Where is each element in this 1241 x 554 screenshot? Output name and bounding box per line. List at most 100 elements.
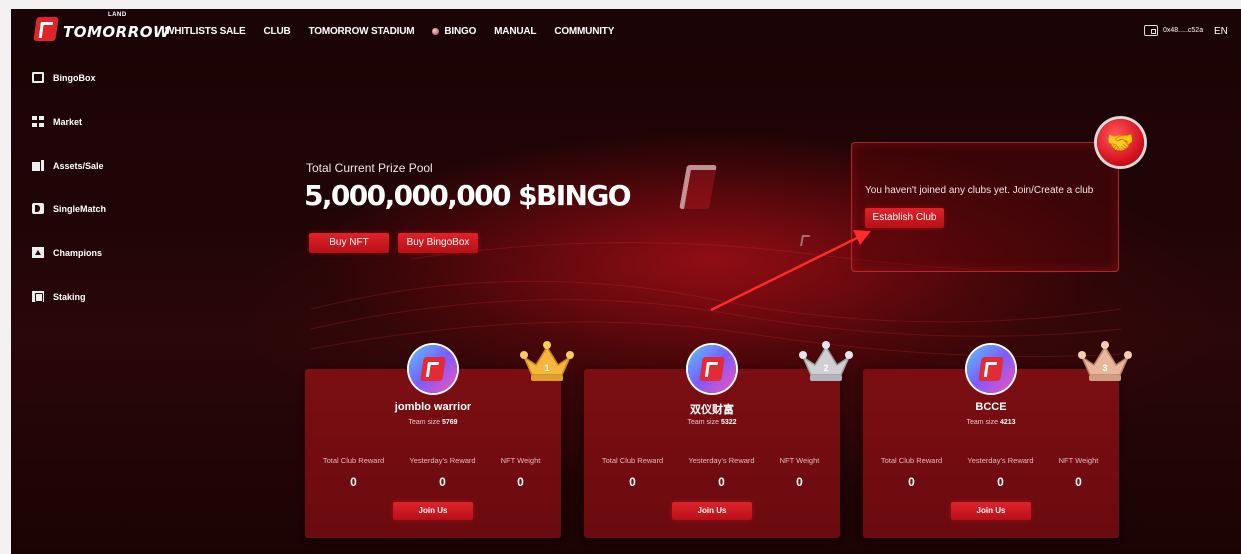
stat-value: 0	[908, 475, 915, 489]
club-avatar[interactable]	[409, 345, 457, 393]
stat-label: NFT Weight	[779, 456, 820, 465]
background-logo-icon	[679, 165, 717, 209]
sidebar-item-label: BingoBox	[53, 72, 96, 83]
main-nav: WHITLISTS SALE CLUB TOMORROW STADIUM BIN…	[165, 26, 614, 37]
sidebar-item-staking[interactable]: Staking	[32, 291, 86, 302]
sidebar-item-assets-sale[interactable]: Assets/Sale	[32, 160, 104, 171]
stat-total-club-reward: Total Club Reward 0	[590, 456, 675, 489]
club-avatar[interactable]	[688, 345, 736, 393]
prize-pool-value: 5,000,000,000 $BINGO	[304, 179, 632, 212]
stat-value: 0	[517, 475, 524, 489]
buy-bingobox-button[interactable]: Buy BingoBox	[398, 233, 478, 253]
logo-superscript: LAND	[108, 12, 127, 18]
stat-value: 0	[1075, 475, 1082, 489]
logo-mark-icon	[33, 17, 59, 41]
stat-label: Total Club Reward	[880, 456, 943, 465]
sidebar-item-label: SingleMatch	[53, 203, 107, 214]
club-avatar[interactable]	[967, 345, 1015, 393]
wallet-icon	[1144, 25, 1158, 36]
handshake-icon: 🤝	[1097, 119, 1144, 166]
sidebar-item-label: Champions	[53, 247, 103, 258]
box-icon	[32, 72, 44, 83]
team-size-value: 4213	[999, 419, 1016, 426]
stat-label: NFT Weight	[1058, 456, 1099, 465]
top-navigation-bar: TOMORROW LAND WHITLISTS SALE CLUB TOMORR…	[11, 9, 1241, 55]
gold-crown-icon: 1	[520, 341, 574, 381]
establish-club-button[interactable]: Establish Club	[865, 208, 944, 228]
sidebar: BingoBox Market Assets/Sale SingleMatch …	[11, 55, 157, 554]
stat-value: 0	[439, 475, 446, 489]
stat-total-club-reward: Total Club Reward 0	[311, 456, 396, 489]
sidebar-item-market[interactable]: Market	[32, 116, 82, 127]
sidebar-item-singlematch[interactable]: SingleMatch	[32, 203, 106, 214]
stat-value: 0	[718, 475, 725, 489]
stat-yesterdays-reward: Yesterday's Reward 0	[958, 456, 1043, 489]
stat-label: NFT Weight	[500, 456, 541, 465]
club-card: 3 BCCE Team size 4213 Total Club Reward …	[863, 341, 1132, 538]
stat-label: Yesterday's Reward	[688, 456, 755, 465]
sidebar-item-champions[interactable]: Champions	[32, 247, 102, 258]
silver-crown-icon: 2	[799, 341, 853, 381]
club-card: 1 jomblo warrior Team size 5769 Total Cl…	[305, 341, 574, 538]
stat-label: Yesterday's Reward	[409, 456, 476, 465]
language-selector[interactable]: EN	[1214, 26, 1228, 37]
crown-rank: 3	[1102, 363, 1107, 373]
join-club-button[interactable]: Join Us	[393, 502, 473, 520]
stat-value: 0	[997, 475, 1004, 489]
club-name: 双仪财富	[690, 404, 734, 416]
crown-rank: 2	[823, 363, 828, 373]
join-club-button[interactable]: Join Us	[951, 502, 1031, 520]
sidebar-item-label: Market	[53, 116, 83, 127]
sidebar-item-label: Staking	[53, 291, 86, 302]
tomorrow-land-logo[interactable]: TOMORROW	[33, 17, 171, 41]
stat-nft-weight: NFT Weight 0	[1036, 456, 1121, 489]
team-size-value: 5322	[720, 419, 737, 426]
stat-yesterdays-reward: Yesterday's Reward 0	[400, 456, 485, 489]
nav-community[interactable]: COMMUNITY	[554, 26, 614, 37]
stat-label: Yesterday's Reward	[967, 456, 1034, 465]
stat-total-club-reward: Total Club Reward 0	[869, 456, 954, 489]
bronze-crown-icon: 3	[1078, 341, 1132, 381]
stat-label: Total Club Reward	[601, 456, 664, 465]
club-team-size: Team size 4213	[863, 419, 1119, 426]
club-logo-icon	[978, 357, 1004, 381]
stat-value: 0	[796, 475, 803, 489]
club-name: jomblo warrior	[394, 401, 472, 413]
club-card: 2 双仪财富 Team size 5322 Total Club Reward …	[584, 341, 853, 538]
stat-value: 0	[350, 475, 357, 489]
club-status-message: You haven't joined any clubs yet. Join/C…	[865, 185, 1094, 196]
background-small-logo-icon	[800, 235, 810, 246]
nav-club[interactable]: CLUB	[264, 26, 291, 37]
team-size-label: Team size	[408, 419, 440, 426]
nav-bingo[interactable]: BINGO	[432, 26, 476, 37]
sidebar-item-label: Assets/Sale	[53, 160, 104, 171]
stat-value: 0	[629, 475, 636, 489]
team-size-label: Team size	[966, 419, 998, 426]
grid-icon	[32, 116, 44, 127]
team-size-label: Team size	[687, 419, 719, 426]
stat-yesterdays-reward: Yesterday's Reward 0	[679, 456, 764, 489]
stat-nft-weight: NFT Weight 0	[757, 456, 842, 489]
logo-text: TOMORROW	[63, 23, 171, 41]
prize-pool-label: Total Current Prize Pool	[306, 161, 433, 175]
buy-nft-button[interactable]: Buy NFT	[309, 233, 389, 253]
match-icon	[32, 203, 44, 214]
team-size-value: 5769	[441, 419, 458, 426]
stat-nft-weight: NFT Weight 0	[478, 456, 563, 489]
club-status-panel: You haven't joined any clubs yet. Join/C…	[851, 142, 1119, 272]
champion-icon	[32, 247, 44, 258]
wallet-address: 0x48.....c52a	[1163, 27, 1204, 34]
club-logo-icon	[420, 357, 446, 381]
nav-tomorrow-stadium[interactable]: TOMORROW STADIUM	[309, 26, 415, 37]
join-club-button[interactable]: Join Us	[672, 502, 752, 520]
nav-bingo-label: BINGO	[444, 26, 477, 37]
sidebar-item-bingobox[interactable]: BingoBox	[32, 72, 96, 83]
staking-icon	[32, 291, 44, 302]
app-window: TOMORROW LAND WHITLISTS SALE CLUB TOMORR…	[11, 9, 1241, 554]
club-logo-icon	[699, 357, 725, 381]
nav-manual[interactable]: MANUAL	[494, 26, 536, 37]
stat-label: Total Club Reward	[322, 456, 385, 465]
nav-whitelists-sale[interactable]: WHITLISTS SALE	[165, 26, 246, 37]
wallet-button[interactable]: 0x48.....c52a	[1144, 25, 1203, 36]
club-team-size: Team size 5769	[305, 419, 561, 426]
